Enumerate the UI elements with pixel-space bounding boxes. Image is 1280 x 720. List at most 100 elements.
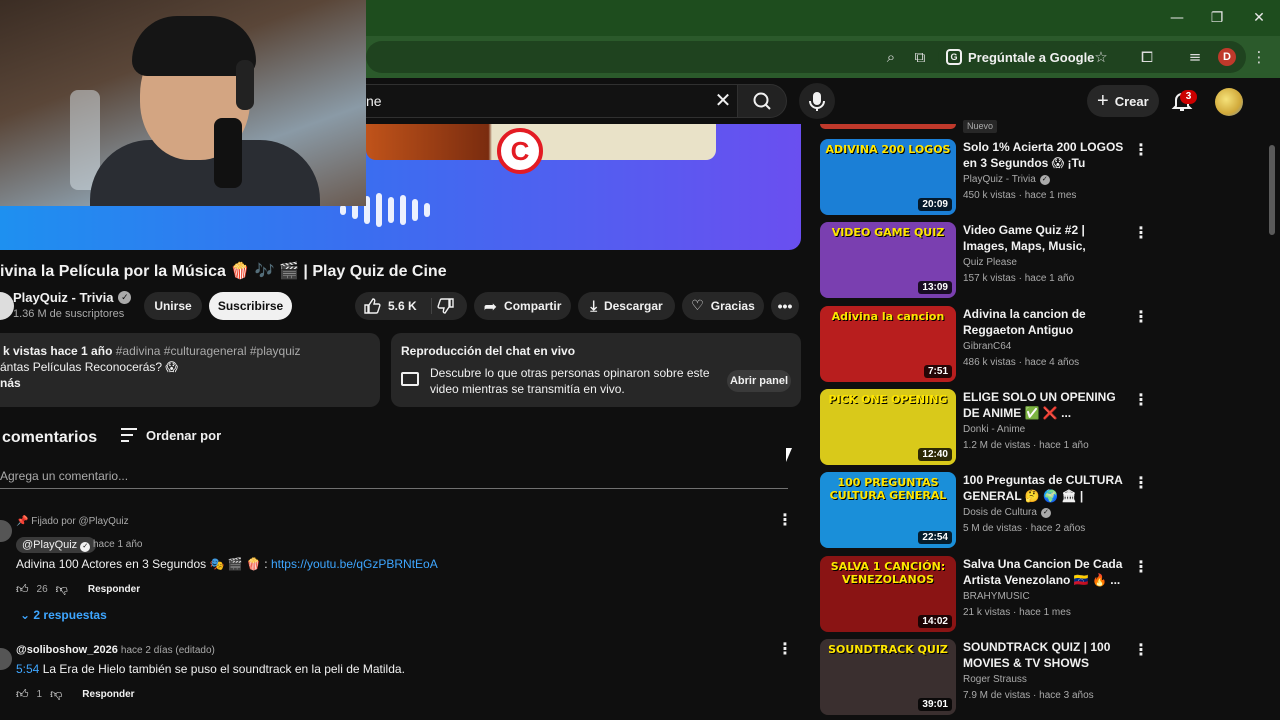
thumbs-down-icon[interactable]: 👎︎ — [50, 687, 62, 702]
channel-name: Dosis de Cultura — [963, 507, 1037, 518]
search-button[interactable] — [737, 84, 787, 118]
channel-name[interactable]: PlayQuiz - Trivia ✓ — [13, 290, 132, 305]
channel-name: Quiz Please — [963, 257, 1017, 268]
sort-icon[interactable] — [121, 428, 137, 442]
previous-video-thumbnail[interactable] — [820, 124, 956, 129]
channel-name: PlayQuiz - Trivia — [963, 174, 1036, 185]
add-comment-input[interactable]: Agrega un comentario... — [0, 469, 788, 489]
comment-author[interactable]: @soliboshow_2026 hace 2 días (editado) — [16, 644, 215, 656]
video-menu-icon[interactable]: ⋮ — [1133, 643, 1149, 659]
video-channel[interactable]: Quiz Please — [963, 257, 1017, 268]
video-thumbnail[interactable]: 100 PREGUNTAS CULTURA GENERAL 22:54 — [820, 472, 956, 548]
minimize-icon[interactable]: — — [1162, 6, 1192, 30]
share-button[interactable]: ➦ Compartir — [474, 292, 571, 320]
video-menu-icon[interactable]: ⋮ — [1133, 226, 1149, 242]
more-actions-button[interactable]: ••• — [771, 292, 799, 320]
related-video-item[interactable]: Adivina la cancion 7:51 Adivina la cancion… — [820, 306, 1150, 384]
channel-avatar[interactable] — [0, 292, 14, 320]
video-thumbnail[interactable]: VIDEO GAME QUIZ 13:09 — [820, 222, 956, 298]
comment-time[interactable]: hace 2 días (editado) — [121, 645, 215, 656]
verified-icon: ✓ — [1040, 507, 1051, 518]
thumbs-up-icon[interactable]: 👍︎ — [16, 687, 29, 702]
related-video-item[interactable]: VIDEO GAME QUIZ 13:09 Video Game Quiz #2 |… — [820, 222, 1150, 300]
video-thumbnail[interactable]: SALVA 1 CANCIÓN: VENEZOLANOS 14:02 — [820, 556, 956, 632]
video-channel[interactable]: Donki - Anime — [963, 424, 1025, 435]
show-more-link[interactable]: nás — [0, 376, 21, 390]
reply-button[interactable]: Responder — [88, 584, 140, 595]
related-video-item[interactable]: SOUNDTRACK QUIZ 39:01 SOUNDTRACK QUIZ | 10… — [820, 639, 1150, 717]
comment-text: Adivina 100 Actores en 3 Segundos 🎭 🎬 🍿 … — [16, 557, 438, 571]
comment-menu-icon[interactable]: ⋮ — [777, 513, 793, 529]
comment-avatar[interactable] — [0, 520, 12, 542]
comment-timestamp-link[interactable]: 5:54 — [16, 662, 39, 676]
browser-menu-icon[interactable]: ⋮ — [1249, 47, 1269, 67]
join-button[interactable]: Unirse — [144, 292, 202, 320]
comment-author[interactable]: @PlayQuiz ✓ — [16, 537, 97, 553]
video-title[interactable]: Video Game Quiz #2 | Images, Maps, Music… — [963, 222, 1129, 254]
search-icon — [753, 92, 771, 110]
clear-search-icon[interactable]: ✕ — [711, 89, 735, 113]
media-controls-icon[interactable]: ≡ — [1185, 47, 1205, 67]
video-menu-icon[interactable]: ⋮ — [1133, 476, 1149, 492]
video-channel[interactable]: BRAHYMUSIC — [963, 591, 1030, 602]
voice-search-button[interactable] — [799, 83, 835, 119]
related-video-item[interactable]: 100 PREGUNTAS CULTURA GENERAL 22:54 100 Pr… — [820, 472, 1150, 550]
description-stats: k vistas hace 1 año #adivina #culturagen… — [3, 344, 301, 358]
close-window-icon[interactable]: ✕ — [1244, 6, 1274, 30]
hashtags[interactable]: #adivina #culturageneral #playquiz — [116, 344, 301, 358]
bookmark-star-icon[interactable]: ☆ — [1091, 47, 1111, 67]
browser-profile-avatar[interactable]: D — [1218, 48, 1236, 66]
video-channel[interactable]: GibranC64 — [963, 341, 1011, 352]
video-channel[interactable]: PlayQuiz - Trivia ✓ — [963, 174, 1050, 185]
search-query[interactable]: ne — [366, 93, 382, 109]
related-video-item[interactable]: SALVA 1 CANCIÓN: VENEZOLANOS 14:02 Salva U… — [820, 556, 1150, 634]
ask-google-button[interactable]: G Pregúntale a Google — [938, 43, 1105, 71]
create-button[interactable]: + Crear — [1087, 85, 1159, 117]
sort-by-button[interactable]: Ordenar por — [146, 428, 221, 443]
like-button[interactable]: 5.6 K — [355, 292, 467, 320]
video-title[interactable]: Solo 1% Acierta 200 LOGOS en 3 Segundos … — [963, 139, 1129, 171]
related-video-item[interactable]: PICK ONE OPENING 12:40 ELIGE SOLO UN OPENI… — [820, 389, 1150, 467]
thumbs-down-icon[interactable] — [437, 297, 455, 315]
open-panel-button[interactable]: Abrir panel — [727, 370, 791, 392]
restore-icon[interactable]: ❐ — [1202, 6, 1232, 30]
address-bar[interactable] — [366, 41, 1246, 73]
webcam-microphone — [214, 118, 242, 188]
thumbs-down-icon[interactable]: 👎︎ — [56, 582, 68, 597]
video-thumbnail[interactable]: ADIVINA 200 LOGOS 20:09 — [820, 139, 956, 215]
comment-link[interactable]: https://youtu.be/qGzPBRNtEoA — [271, 557, 438, 571]
video-channel[interactable]: Roger Strauss — [963, 674, 1027, 685]
video-thumbnail[interactable]: SOUNDTRACK QUIZ 39:01 — [820, 639, 956, 715]
view-replies-button[interactable]: ⌄ 2 respuestas — [20, 608, 107, 622]
video-title[interactable]: SOUNDTRACK QUIZ | 100 MOVIES & TV SHOWS — [963, 639, 1129, 671]
video-menu-icon[interactable]: ⋮ — [1133, 560, 1149, 576]
video-thumbnail[interactable]: Adivina la cancion 7:51 — [820, 306, 956, 382]
related-video-item[interactable]: ADIVINA 200 LOGOS 20:09 Solo 1% Acierta 20… — [820, 139, 1150, 217]
video-menu-icon[interactable]: ⋮ — [1133, 393, 1149, 409]
zoom-icon[interactable]: ⌕ — [881, 47, 901, 67]
thumbnail-text: Adivina la cancion — [831, 310, 945, 323]
account-avatar[interactable] — [1215, 88, 1243, 116]
video-title[interactable]: ELIGE SOLO UN OPENING DE ANIME ✅ ❌ ... — [963, 389, 1129, 421]
reply-button[interactable]: Responder — [82, 689, 134, 700]
thumbs-up-icon[interactable]: 👍︎ — [16, 582, 29, 597]
video-title[interactable]: Salva Una Cancion De Cada Artista Venezo… — [963, 556, 1129, 588]
search-input[interactable] — [356, 84, 737, 118]
thanks-button[interactable]: ♡ Gracias — [682, 292, 764, 320]
video-menu-icon[interactable]: ⋮ — [1133, 310, 1149, 326]
sidebar-scrollbar[interactable] — [1269, 145, 1275, 235]
subscribe-button[interactable]: Suscribirse — [209, 292, 292, 320]
video-title[interactable]: 100 Preguntas de CULTURA GENERAL 🤔 🌍 🏛 |… — [963, 472, 1129, 504]
install-app-icon[interactable]: ⧉ — [910, 47, 930, 67]
comment-menu-icon[interactable]: ⋮ — [777, 642, 793, 658]
comment-time[interactable]: hace 1 año — [93, 539, 143, 550]
video-channel[interactable]: Dosis de Cultura ✓ — [963, 507, 1051, 518]
comment-avatar[interactable] — [0, 648, 12, 670]
video-thumbnail[interactable]: PICK ONE OPENING 12:40 — [820, 389, 956, 465]
download-button[interactable]: ⤓ Descargar — [578, 292, 675, 320]
video-menu-icon[interactable]: ⋮ — [1133, 143, 1149, 159]
heart-dollar-icon: ♡ — [691, 298, 704, 314]
extensions-icon[interactable]: ⧠ — [1137, 47, 1157, 67]
video-meta: 450 k vistas · hace 1 mes — [963, 190, 1077, 201]
video-title[interactable]: Adivina la cancion de Reggaeton Antiguo — [963, 306, 1129, 338]
